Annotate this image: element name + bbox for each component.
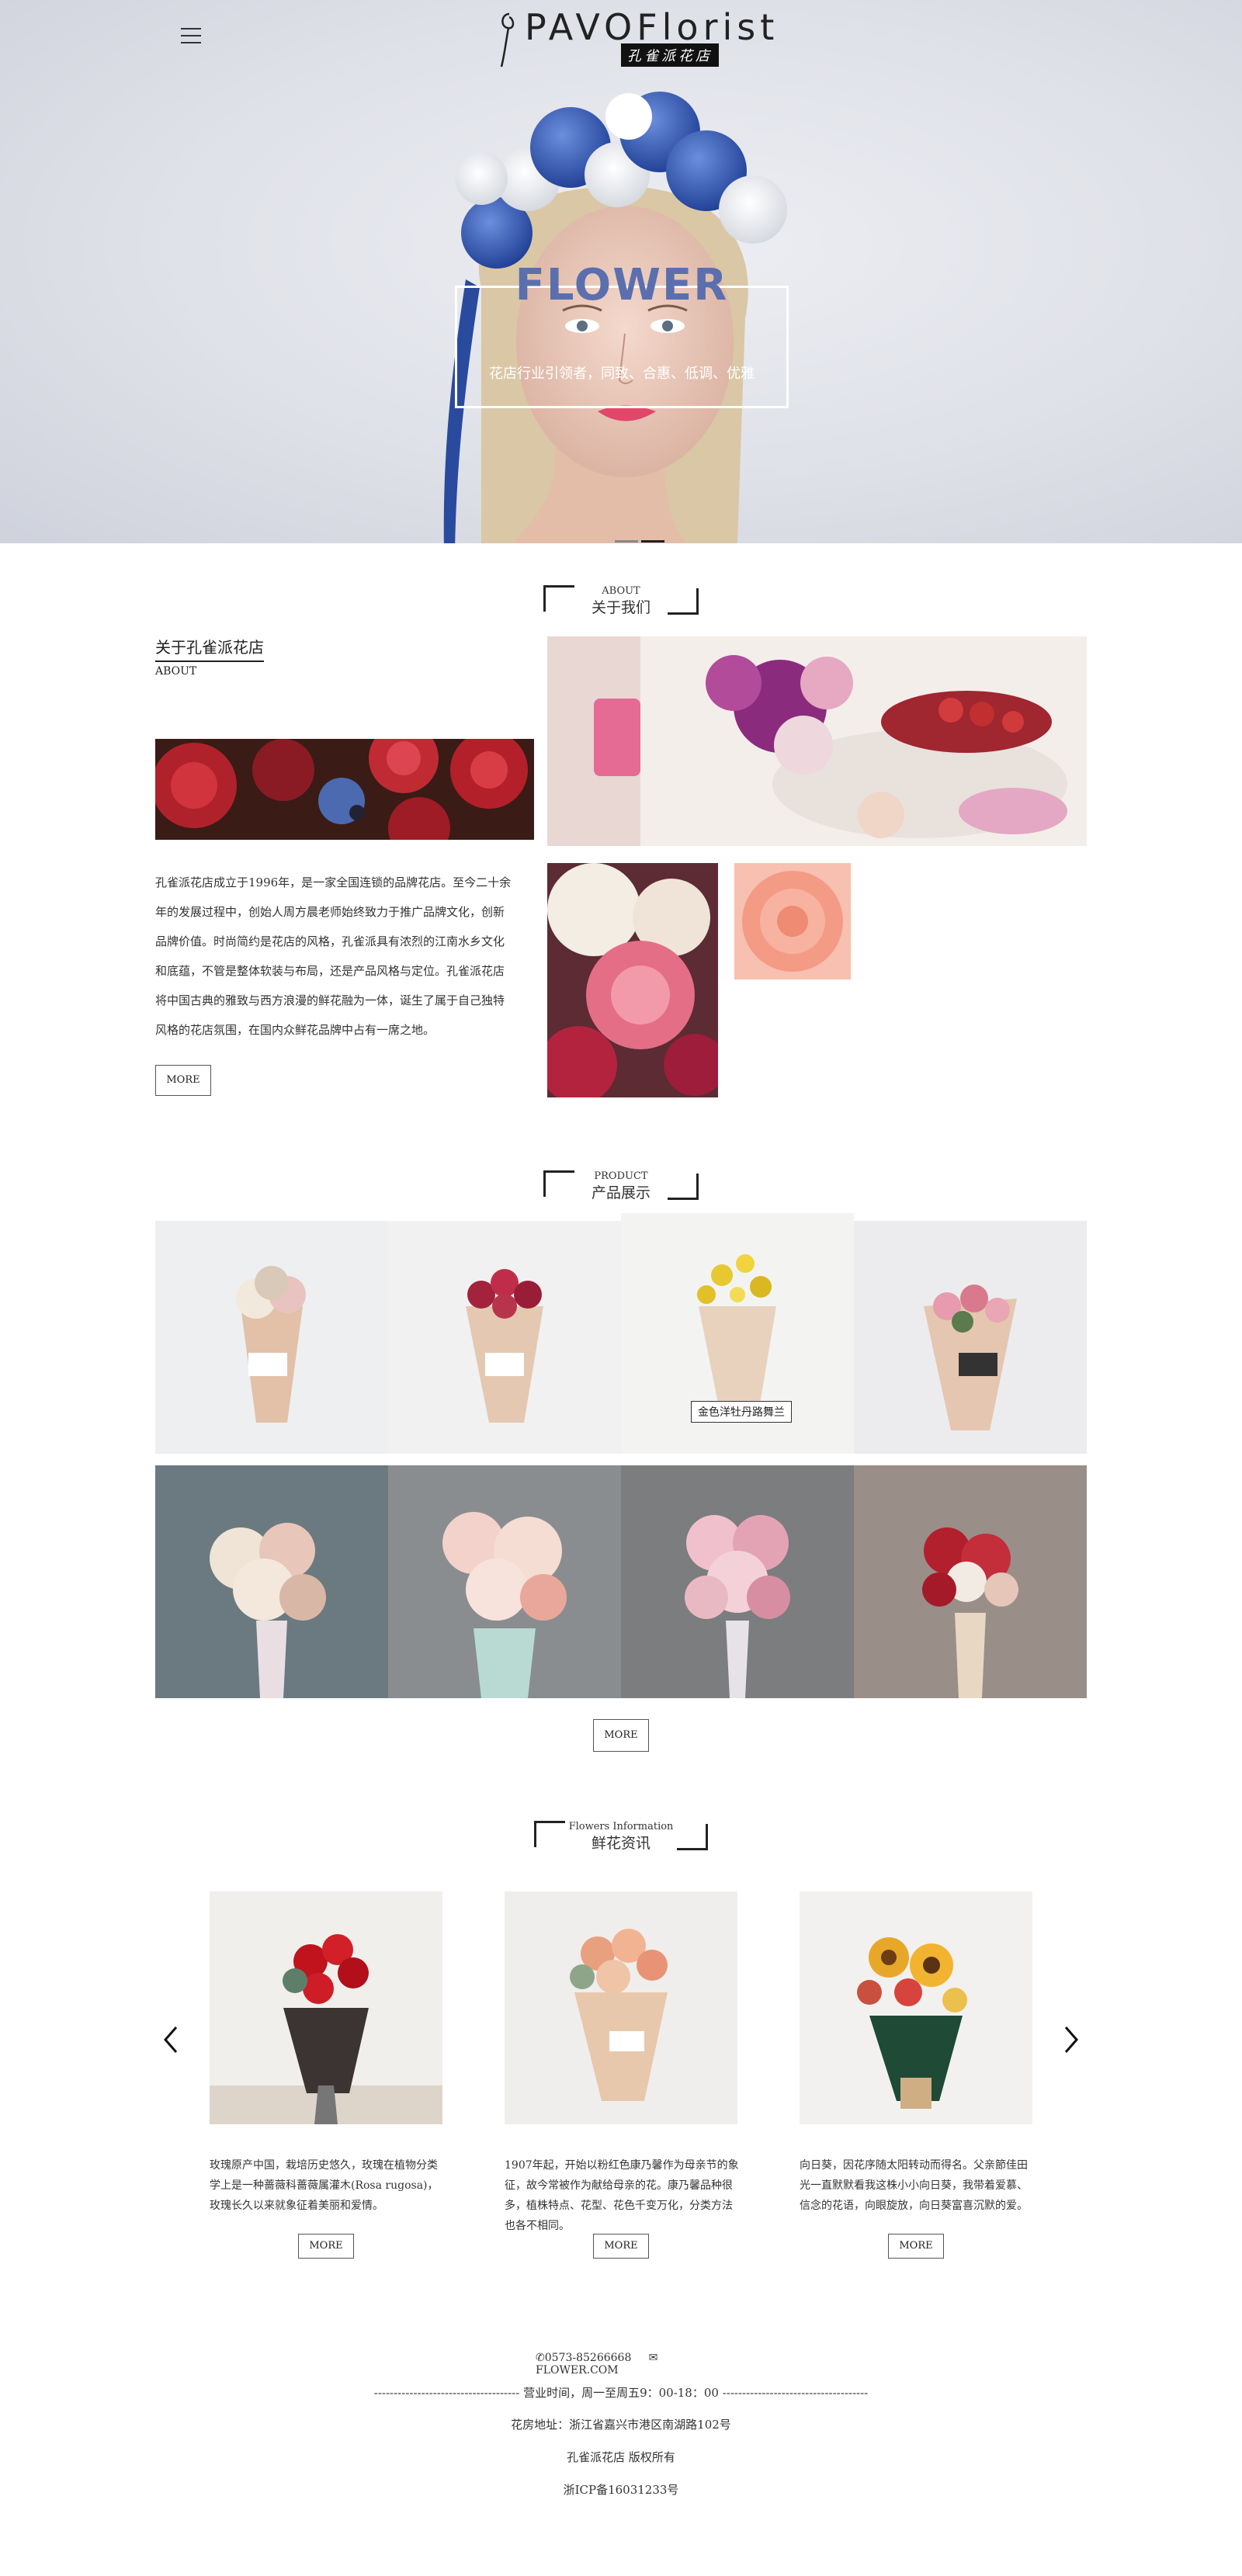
news-more-button[interactable]: MORE	[888, 2234, 944, 2259]
about-line: 将中国古典的雅致与西方浪漫的鲜花融为一体，诞生了属于自己独特	[155, 993, 505, 1007]
roses-photo	[155, 739, 534, 840]
phone-icon: ✆	[536, 2352, 545, 2364]
about-line: 风格的花店氛围，在国内众鲜花品牌中占有一席之地。	[155, 1023, 435, 1037]
hero-title: FLOWER	[515, 260, 729, 310]
hero-caption-box: FLOWER 花店行业引领者，同致、合惠、低调、优雅	[455, 260, 789, 408]
news-section-title: Flowers Information 鲜花资讯	[534, 1821, 708, 1852]
news-line: 多，植株特点、花型、花色千变万化，分类方法	[505, 2200, 733, 2212]
tea-table-photo	[547, 636, 1087, 846]
product-section-title: PRODUCT 产品展示	[543, 1170, 699, 1201]
hero-banner: PAVOFlorist 孔雀派花店 FLOWER 花店行业引领者，同致、合惠、低…	[0, 0, 1242, 543]
coral-rose-photo	[734, 863, 851, 979]
news-text: 1907年起，开始以粉红色康乃馨作为母亲节的象 征，故今常被作为献给母亲的花。康…	[505, 2155, 742, 2236]
news-image[interactable]	[505, 1891, 737, 2124]
hero-subtitle: 花店行业引领者，同致、合惠、低调、优雅	[489, 366, 755, 382]
peacock-logo-icon	[500, 12, 515, 68]
site-logo[interactable]: PAVOFlorist 孔雀派花店	[497, 6, 774, 68]
news-line: 向日葵，因花序随太阳转动而得名。父亲節佳田	[800, 2159, 1028, 2172]
about-line: 品牌价值。时尚简约是花店的风格，孔雀派具有浓烈的江南水乡文化	[155, 934, 505, 948]
news-image[interactable]	[800, 1891, 1032, 2124]
chevron-right-icon[interactable]	[1060, 2024, 1083, 2055]
product-card-hover[interactable]: 金色洋牡丹路舞兰	[621, 1213, 854, 1454]
product-card[interactable]	[854, 1465, 1087, 1698]
footer-contact: ✆0573-85266668 ✉ FLOWER.COM	[536, 2352, 722, 2377]
news-line: 征，故今常被作为献给母亲的花。康乃馨品种很	[505, 2179, 733, 2192]
about-section-title: ABOUT 关于我们	[543, 585, 699, 616]
footer-copyright: 孔雀派花店 版权所有	[567, 2450, 675, 2464]
product-section-en: PRODUCT	[594, 1170, 648, 1182]
chevron-left-icon[interactable]	[159, 2024, 182, 2055]
footer-icp[interactable]: 浙ICP备16031233号	[0, 2481, 1242, 2498]
product-card[interactable]	[388, 1221, 621, 1454]
product-card[interactable]	[388, 1465, 621, 1698]
news-line: 玫瑰原产中国，栽培历史悠久，玫瑰在植物分类	[210, 2159, 438, 2172]
about-heading-en: ABOUT	[155, 665, 197, 678]
slide-dot-1[interactable]	[615, 540, 638, 543]
about-line: 年的发展过程中，创始人周方晨老师始终致力于推广品牌文化，创新	[155, 905, 505, 919]
news-line: 光一直默默看我这株小小向日葵，我带着爱慕、	[800, 2179, 1028, 2192]
about-heading-cn: 关于孔雀派花店	[155, 635, 264, 662]
about-line: 和底蕴，不管是整体软装与布局，还是产品风格与定位。孔雀派花店	[155, 964, 505, 978]
footer-phone[interactable]: 0573-85266668	[545, 2352, 632, 2364]
product-card[interactable]	[621, 1465, 854, 1698]
logo-text: PAVOFlorist	[525, 6, 779, 48]
news-text: 玫瑰原产中国，栽培历史悠久，玫瑰在植物分类 学上是一种蔷薇科蔷薇属灌木(Rosa…	[210, 2155, 447, 2216]
news-section-en: Flowers Information	[568, 1821, 674, 1832]
product-card[interactable]	[155, 1465, 388, 1698]
product-caption: 金色洋牡丹路舞兰	[691, 1401, 792, 1423]
footer-hours: ------------------------------------- 营业…	[373, 2386, 869, 2400]
peonies-photo	[547, 863, 718, 1097]
about-line: 孔雀派花店成立于1996年，是一家全国连锁的品牌花店。至今二十余	[155, 875, 512, 889]
news-line: 玫瑰长久以来就象征着美丽和爱情。	[210, 2200, 383, 2212]
about-heading: 关于孔雀派花店 ABOUT	[155, 635, 264, 678]
about-more-button[interactable]: MORE	[155, 1065, 211, 1096]
footer-email[interactable]: FLOWER.COM	[536, 2364, 619, 2377]
products-more-button[interactable]: MORE	[593, 1719, 649, 1752]
footer-address: 花房地址：浙江省嘉兴市港区南湖路102号	[511, 2418, 731, 2432]
email-icon: ✉	[648, 2352, 658, 2364]
news-line: 信念的花语，向眼旋放，向日葵富喜沉默的爱。	[800, 2200, 1028, 2212]
about-paragraph: 孔雀派花店成立于1996年，是一家全国连锁的品牌花店。至今二十余 年的发展过程中…	[155, 868, 536, 1045]
news-section-cn: 鲜花资讯	[591, 1835, 650, 1852]
news-line: 学上是一种蔷薇科蔷薇属灌木(Rosa rugosa)，	[210, 2179, 439, 2192]
news-more-button[interactable]: MORE	[298, 2234, 354, 2259]
logo-subtitle: 孔雀派花店	[621, 43, 719, 67]
news-line: 1907年起，开始以粉红色康乃馨作为母亲节的象	[505, 2159, 739, 2172]
news-image[interactable]	[210, 1891, 442, 2124]
product-card[interactable]	[155, 1221, 388, 1454]
news-more-button[interactable]: MORE	[593, 2234, 649, 2259]
hamburger-menu-icon[interactable]	[181, 28, 201, 45]
product-section-cn: 产品展示	[591, 1184, 650, 1201]
slider-pagination	[615, 531, 668, 543]
slide-dot-2[interactable]	[641, 540, 664, 543]
product-card[interactable]	[854, 1221, 1087, 1454]
news-text: 向日葵，因花序随太阳转动而得名。父亲節佳田 光一直默默看我这株小小向日葵，我带着…	[800, 2155, 1037, 2216]
about-section-en: ABOUT	[602, 585, 640, 597]
about-section-cn: 关于我们	[591, 599, 650, 616]
